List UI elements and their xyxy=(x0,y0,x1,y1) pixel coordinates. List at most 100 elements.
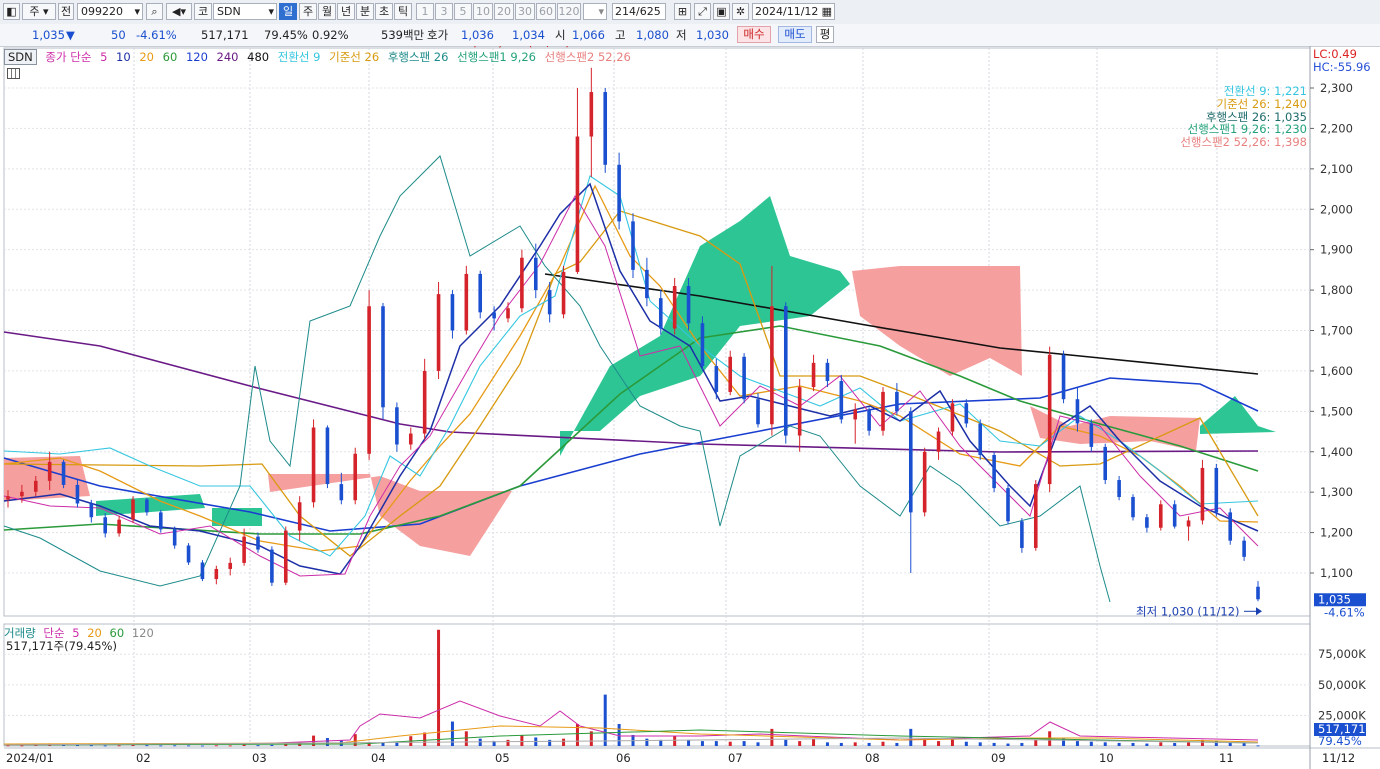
minute-step-5[interactable]: 5 xyxy=(454,3,472,20)
minute-step-60[interactable]: 60 xyxy=(536,3,556,20)
count-field[interactable]: 214/625 xyxy=(612,3,666,20)
candle-body xyxy=(881,391,885,431)
avg-button[interactable]: 평 xyxy=(816,26,834,43)
minute-step-1[interactable]: 1 xyxy=(416,3,434,20)
volume-bar xyxy=(1187,742,1191,746)
minute-step-3[interactable]: 3 xyxy=(435,3,453,20)
price-tick-label: 2,200 xyxy=(1320,121,1353,135)
candle-body xyxy=(714,366,719,392)
bid-price: 1,036 xyxy=(461,28,494,42)
volume-bar xyxy=(784,739,788,746)
price-tick-label: 1,200 xyxy=(1320,526,1353,540)
price-tick-label: 2,000 xyxy=(1320,202,1353,216)
candle-body xyxy=(950,403,955,432)
period-tab-week[interactable]: 주 xyxy=(299,3,317,20)
candle-body xyxy=(603,92,608,165)
buy-button[interactable]: 매수 xyxy=(737,26,771,43)
candle-body xyxy=(117,519,121,534)
candle-body xyxy=(1020,521,1024,548)
period-tab-minute[interactable]: 분 xyxy=(356,3,374,20)
period-tab-year[interactable]: 년 xyxy=(337,3,355,20)
save-icon[interactable]: ▣ xyxy=(713,3,730,20)
trade-amount: 539백만 xyxy=(381,28,425,42)
price-volume-chart[interactable]: 2024/01 02 03 04 05 06 07 08 09 10 11 11/12 1,100 1,2… xyxy=(0,46,1380,769)
legend-ma20: 20 xyxy=(139,50,154,64)
candle-body xyxy=(103,517,108,534)
period-tab-tick[interactable]: 틱 xyxy=(394,3,412,20)
volume-bar xyxy=(645,738,649,746)
calendar-icon[interactable]: ▦ xyxy=(822,4,832,19)
candle-body xyxy=(1145,517,1149,528)
quote-bar: 1,035 ▼ 50 -4.61% 517,171 79.45% 0.92% 5… xyxy=(0,24,1380,47)
candle-body xyxy=(992,454,996,489)
x-tick-label: 11 xyxy=(1219,751,1234,765)
volume-bar xyxy=(756,742,760,746)
volume-bar xyxy=(867,742,871,746)
date-input[interactable]: 2024/11/12 ▦ xyxy=(752,3,835,20)
window-menu-icon[interactable]: ◧ xyxy=(3,3,20,20)
legend-symbol[interactable]: SDN xyxy=(4,49,37,65)
name-input[interactable]: SDN ▾ xyxy=(213,3,277,20)
volume-bar xyxy=(1075,741,1079,746)
price-tick-label: 1,400 xyxy=(1320,445,1353,459)
speaker-icon[interactable]: ◀▾ xyxy=(166,3,192,20)
market-select[interactable]: 주 ▾ xyxy=(22,3,56,20)
candle-body xyxy=(797,387,802,436)
period-tab-day[interactable]: 일 xyxy=(279,3,297,20)
price-tick-label: 1,300 xyxy=(1320,485,1353,499)
candle-body xyxy=(1228,512,1233,541)
turnover-rate: 0.92% xyxy=(312,28,349,42)
low-annotation: 최저 1,030 (11/12) xyxy=(1136,604,1240,618)
candle-body xyxy=(89,503,94,518)
prev-button[interactable]: 전 xyxy=(58,3,74,20)
volume-bar xyxy=(173,745,177,747)
volume-bar xyxy=(1242,742,1246,746)
legend-ma480: 480 xyxy=(247,50,270,64)
candle-body xyxy=(464,273,469,331)
period-tab-month[interactable]: 월 xyxy=(318,3,336,20)
candle-body xyxy=(131,499,135,520)
volume-tick-label: 25,000K xyxy=(1318,708,1366,722)
price-tick-label: 2,100 xyxy=(1320,162,1353,176)
market-type-label: 코 xyxy=(194,3,212,20)
volume-bar xyxy=(20,745,24,747)
x-tick-label: 06 xyxy=(616,751,631,765)
price-tick-label: 1,100 xyxy=(1320,566,1353,580)
candle-body xyxy=(214,568,219,580)
volume-bar xyxy=(1103,742,1107,746)
chart-tool-icon[interactable]: ⊞ xyxy=(674,3,691,20)
sell-button[interactable]: 매도 xyxy=(778,26,812,43)
minute-step-10[interactable]: 10 xyxy=(473,3,493,20)
volume-bar xyxy=(617,723,621,746)
period-tab-second[interactable]: 초 xyxy=(375,3,393,20)
ichimoku-tenkan-value: 전환선 9: 1,221 xyxy=(1223,84,1307,98)
minute-step-30[interactable]: 30 xyxy=(515,3,535,20)
minute-step-120[interactable]: 120 xyxy=(557,3,581,20)
minute-step-20[interactable]: 20 xyxy=(494,3,514,20)
open-price: 1,066 xyxy=(572,28,605,42)
candle-body xyxy=(825,362,830,382)
cloud-bull xyxy=(212,508,262,526)
volume-bar xyxy=(506,739,510,746)
candle-body xyxy=(61,461,66,485)
volume-bar xyxy=(159,745,163,747)
volume-bar xyxy=(964,741,968,746)
open-label: 시 xyxy=(555,28,566,42)
candle-body xyxy=(839,381,844,420)
custom-step-select[interactable]: ▾ xyxy=(583,3,607,20)
grid-toggle-icon[interactable] xyxy=(7,68,20,79)
x-tick-label: 07 xyxy=(728,751,743,765)
candle-body xyxy=(728,356,733,392)
candle-body xyxy=(1158,504,1163,528)
volume-bar xyxy=(145,745,149,747)
gear-icon[interactable]: ✲ xyxy=(732,3,749,20)
search-icon[interactable]: ⌕ xyxy=(146,3,163,20)
legend-ma120: 120 xyxy=(185,50,208,64)
candle-body xyxy=(145,499,149,513)
volume-bar xyxy=(103,745,107,747)
toolbar: ◧ 주 ▾ 전 099220 ▾ ⌕ ◀▾ 코 SDN ▾ 일 주 월 년 분 초… xyxy=(0,0,1380,25)
draw-tool-icon[interactable]: ⤢ xyxy=(694,3,711,20)
code-input[interactable]: 099220 ▾ xyxy=(77,3,143,20)
legend-tenkan: 전환선 9 xyxy=(277,50,321,64)
legend-chikou: 후행스팬 26 xyxy=(387,50,449,64)
